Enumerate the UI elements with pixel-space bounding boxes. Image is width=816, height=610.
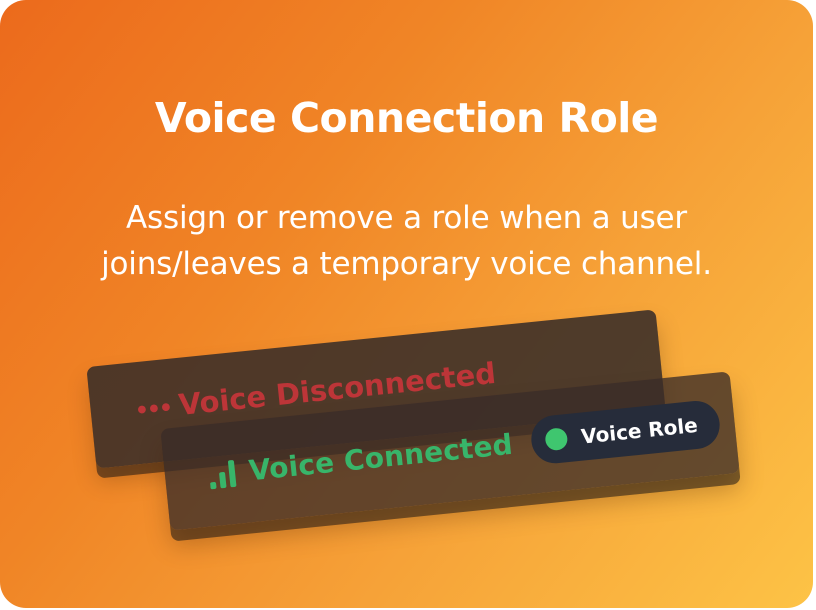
status-dot-icon <box>544 427 569 452</box>
voice-status-illustration: ••• Voice Disconnected Voice Connected Vo… <box>0 0 813 608</box>
ellipsis-dots-icon: ••• <box>133 395 173 424</box>
role-badge: Voice Role <box>529 398 722 466</box>
voice-connected-label: Voice Connected <box>247 427 515 488</box>
voice-connected-row: Voice Connected <box>208 428 515 492</box>
signal-bars-icon <box>208 457 239 490</box>
role-badge-label: Voice Role <box>580 412 699 449</box>
feature-card: Voice Connection Role Assign or remove a… <box>0 0 813 608</box>
